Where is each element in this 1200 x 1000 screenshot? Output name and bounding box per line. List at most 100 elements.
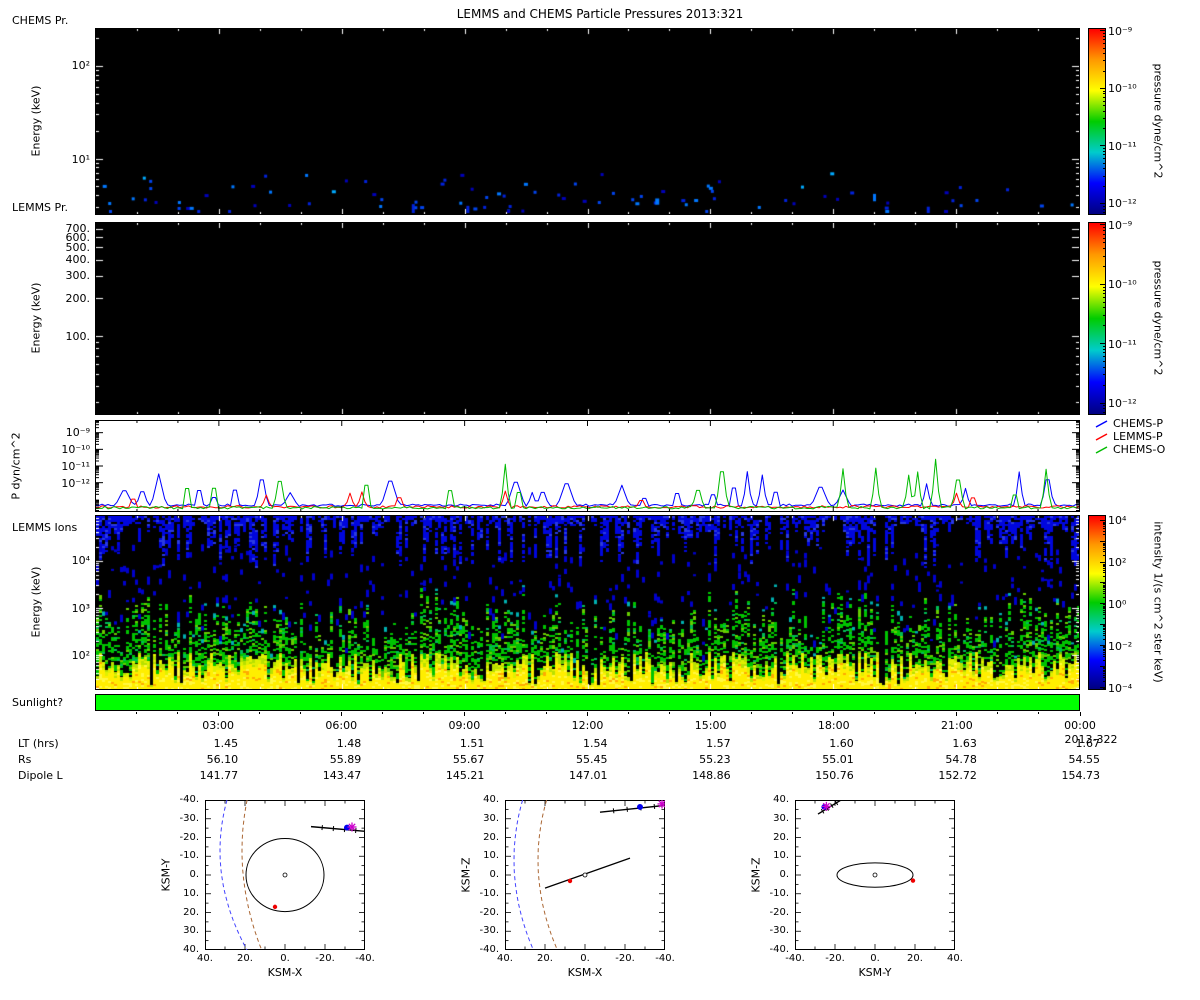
colorbar-minor-tick <box>1103 618 1105 620</box>
colorbar-minor-tick <box>1103 562 1105 564</box>
colorbar-tick <box>1100 343 1105 345</box>
colorbar-minor-tick <box>1103 408 1105 410</box>
y-axis-label-chems-energy: Energy (keV) <box>29 85 43 157</box>
y-axis-tick-label: 10⁻¹¹ <box>61 460 90 473</box>
colorbar-minor-tick <box>1103 185 1105 187</box>
colorbar-minor-tick <box>1103 653 1105 655</box>
lemms-pressure-spectrogram-canvas <box>96 223 1079 414</box>
orbit-x-tick-label: 20. <box>907 953 923 964</box>
colorbar-minor-tick <box>1103 605 1105 607</box>
colorbar-minor-tick <box>1103 384 1105 386</box>
time-tick-label: 06:00 <box>325 719 358 732</box>
ephemeris-value: 145.21 <box>445 769 485 782</box>
colorbar-minor-tick <box>1103 672 1105 674</box>
colorbar-tick <box>1100 30 1105 32</box>
ephemeris-value: 141.77 <box>199 769 239 782</box>
colorbar-minor-tick <box>1103 47 1105 49</box>
orbit-y-tick-label: 10. <box>183 887 199 899</box>
orbit2-x-axis-label: KSM-X <box>567 966 603 979</box>
ephemeris-value: 150.76 <box>815 769 854 782</box>
colorbar-minor-tick <box>1103 39 1105 41</box>
ephemeris-value: 1.54 <box>583 737 608 750</box>
colorbar-minor-tick <box>1103 656 1105 658</box>
time-tick <box>956 712 958 716</box>
orbit-plot-orbit_ksmx_ksmy <box>205 800 365 950</box>
colorbar-minor-tick <box>1103 521 1105 523</box>
colorbar-minor-tick <box>1103 348 1105 350</box>
colorbar-minor-tick <box>1103 606 1105 608</box>
colorbar-minor-tick <box>1103 233 1105 235</box>
colorbar-minor-tick <box>1103 555 1105 557</box>
colorbar-decade-tick <box>1100 624 1105 626</box>
colorbar-minor-tick <box>1103 293 1105 295</box>
saturn-marker <box>582 872 588 878</box>
colorbar-tick-label: 10⁻⁴ <box>1108 681 1133 695</box>
ephemeris-row-label-dipole: Dipole L <box>18 769 63 782</box>
colorbar-minor-tick <box>1103 208 1105 210</box>
magnetopause-curve <box>537 800 558 950</box>
colorbar-minor-tick <box>1103 551 1105 553</box>
orbit-y-tick-label: 10. <box>773 850 789 862</box>
colorbar-minor-tick <box>1103 629 1105 631</box>
colorbar-pressure-lemms <box>1088 222 1106 415</box>
colorbar-minor-tick <box>1103 325 1105 327</box>
legend-item-chems-o: CHEMS-O <box>1094 443 1165 456</box>
ephemeris-value: 1.48 <box>336 737 362 750</box>
colorbar-tick-label: 10⁰ <box>1108 597 1127 611</box>
time-minor-tick <box>258 712 260 714</box>
time-tick <box>463 712 465 716</box>
colorbar-minor-tick <box>1103 527 1105 529</box>
cassini-mimi-summary-screen: { "title": "LEMMS and CHEMS Particle Pre… <box>0 0 1200 1000</box>
colorbar-minor-tick <box>1103 405 1105 407</box>
colorbar-label-pressure-1: pressure dyne/cm^2 <box>1151 63 1165 179</box>
colorbar-tick-label: 10⁻¹² <box>1108 197 1137 211</box>
time-tick <box>1079 712 1081 716</box>
colorbar-minor-tick <box>1103 630 1105 632</box>
orbit-y-tick-label: -10. <box>179 850 199 862</box>
colorbar-minor-tick <box>1103 569 1105 571</box>
colorbar-minor-tick <box>1103 175 1105 177</box>
time-tick <box>217 712 219 716</box>
colorbar-minor-tick <box>1103 205 1105 207</box>
spacecraft-trajectory <box>310 825 365 833</box>
colorbar-minor-tick <box>1103 566 1105 568</box>
time-tick <box>710 712 712 716</box>
colorbar-tick <box>1100 87 1105 89</box>
colorbar-tick-label: 10⁻¹¹ <box>1108 139 1137 153</box>
colorbar-minor-tick <box>1103 609 1105 611</box>
colorbar-tick-label: 10⁻² <box>1108 639 1133 653</box>
chems-pressure-spectrogram-panel <box>95 28 1080 215</box>
ephemeris-value: 147.01 <box>569 769 608 782</box>
orbit-y-tick-label: 10. <box>483 850 499 862</box>
orbit-y-tick-label: 20. <box>483 831 499 843</box>
colorbar-minor-tick <box>1103 286 1105 288</box>
colorbar-minor-tick <box>1103 100 1105 102</box>
time-tick-label: 03:00 <box>202 719 234 732</box>
colorbar-minor-tick <box>1103 543 1105 545</box>
colorbar-minor-tick <box>1103 604 1105 606</box>
y-axis-tick-label: 100. <box>65 330 91 344</box>
colorbar-minor-tick <box>1103 366 1105 368</box>
panel-label-chems-pr: CHEMS Pr. <box>12 14 69 27</box>
y-axis-tick-label: 500. <box>65 240 91 254</box>
time-minor-tick <box>176 712 178 714</box>
orbit-y-tick-label: -30. <box>479 925 499 937</box>
ephemeris-value: 54.78 <box>945 753 977 766</box>
colorbar-tick-label: 10⁴ <box>1108 514 1127 528</box>
orbit-y-tick-label: 30. <box>483 812 499 824</box>
ephemeris-value: 152.72 <box>938 769 977 782</box>
panel-label-lemms-pr: LEMMS Pr. <box>12 201 68 214</box>
colorbar-minor-tick <box>1103 625 1105 627</box>
titan-orbit-edge <box>544 857 631 889</box>
colorbar-tick <box>1100 402 1105 404</box>
y-axis-tick-label: 200. <box>65 291 91 305</box>
time-minor-tick <box>1038 712 1040 714</box>
orbit-y-tick-label: -10. <box>479 887 499 899</box>
time-minor-tick <box>135 712 137 714</box>
colorbar-minor-tick <box>1103 162 1105 164</box>
orbit-y-tick-label: 20. <box>773 831 789 843</box>
spacecraft-trajectory <box>599 804 665 813</box>
colorbar-minor-tick <box>1103 646 1105 648</box>
y-axis-label-pressure: P dyn/cm^2 <box>9 432 23 500</box>
time-minor-tick <box>381 712 383 714</box>
